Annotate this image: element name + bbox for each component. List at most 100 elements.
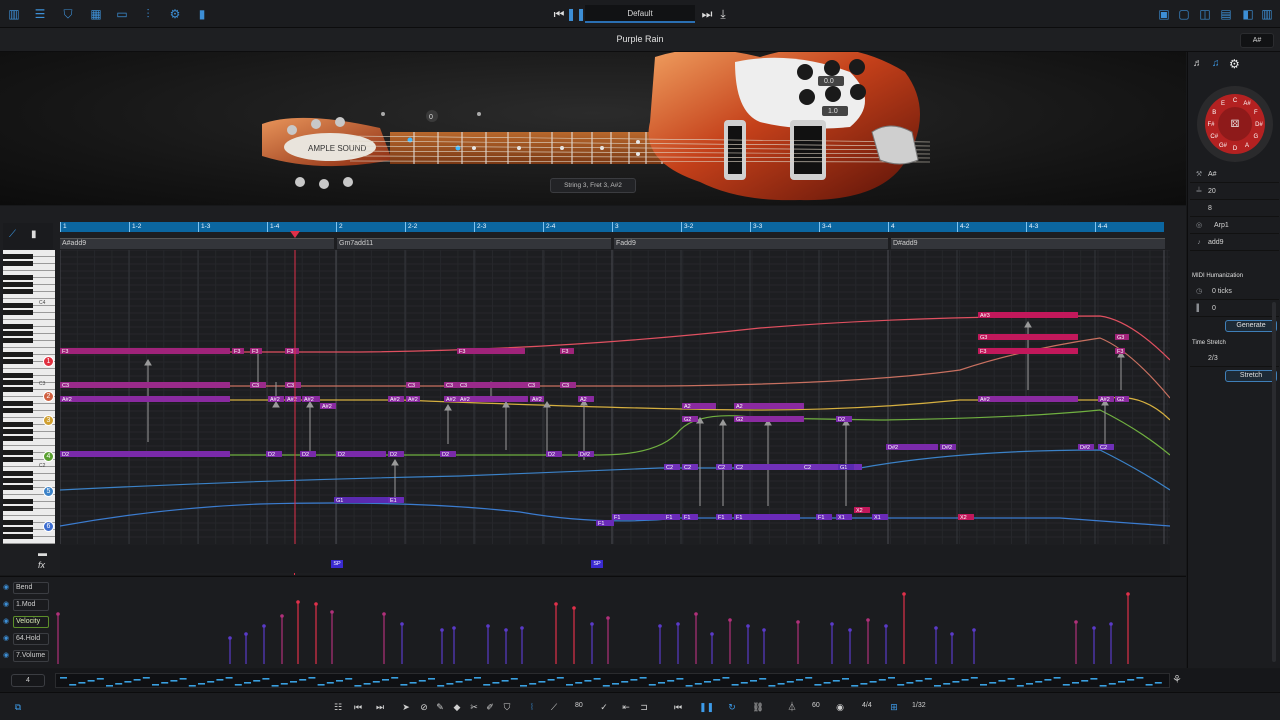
note-block[interactable]: [734, 403, 804, 409]
note-block[interactable]: [978, 396, 1078, 402]
velocity-handle[interactable]: [902, 592, 906, 596]
wheel-key-label[interactable]: G#: [1219, 143, 1228, 149]
beat-display[interactable]: 4: [11, 674, 45, 687]
velocity-handle[interactable]: [572, 606, 576, 610]
loop-end-icon[interactable]: ⊐: [638, 700, 650, 714]
circle-of-fifths[interactable]: C A#F D# GA D G#C# F# BE ⚄: [1196, 85, 1274, 163]
string-number-badge[interactable]: 6: [43, 521, 54, 532]
velocity-handle[interactable]: [56, 612, 60, 616]
note-block[interactable]: [734, 416, 804, 422]
black-key[interactable]: [3, 324, 33, 329]
note-block[interactable]: [60, 451, 230, 457]
black-key[interactable]: [3, 408, 33, 413]
velocity-handle[interactable]: [244, 632, 248, 636]
layout-6-icon[interactable]: ▥: [1259, 6, 1275, 22]
metronome-icon[interactable]: ⏃: [786, 700, 798, 714]
strum-track-icon[interactable]: ▬: [38, 548, 47, 558]
piano-roll-icon[interactable]: ▥: [6, 6, 22, 22]
note-icon[interactable]: ♫: [1212, 58, 1224, 70]
wheel-key-label[interactable]: C: [1233, 98, 1238, 104]
black-key[interactable]: [3, 380, 33, 385]
bar-view-icon[interactable]: ▮: [31, 229, 37, 240]
controller-button[interactable]: Bend: [13, 582, 49, 594]
scrollbar[interactable]: [1272, 302, 1276, 662]
bars-icon[interactable]: ▮: [194, 6, 210, 22]
shield-icon[interactable]: ⛉: [60, 6, 76, 22]
note-block[interactable]: [734, 514, 800, 520]
save-preset-icon[interactable]: ⤓: [715, 6, 731, 22]
gear-icon[interactable]: ⚙: [1229, 57, 1243, 71]
link-icon[interactable]: ⧉: [12, 700, 24, 714]
velocity-handle[interactable]: [382, 612, 386, 616]
tuning-row[interactable]: ⚒ A#: [1190, 167, 1279, 183]
stretch-ratio-row[interactable]: 2/3: [1190, 351, 1279, 367]
velocity-handle[interactable]: [658, 624, 662, 628]
black-key[interactable]: [3, 457, 33, 462]
velocity-handle[interactable]: [1092, 626, 1096, 630]
black-key[interactable]: [3, 373, 33, 378]
velocity-lane[interactable]: [56, 578, 1172, 668]
black-key[interactable]: [3, 401, 33, 406]
controller-button[interactable]: Velocity: [13, 616, 49, 628]
velocity-handle[interactable]: [452, 626, 456, 630]
fx-marker[interactable]: SP: [591, 560, 603, 568]
eye-icon[interactable]: ◉: [3, 635, 11, 643]
wheel-key-label[interactable]: D#: [1255, 122, 1263, 128]
velocity-handle[interactable]: [1109, 622, 1113, 626]
black-key[interactable]: [3, 471, 33, 476]
velocity-handle[interactable]: [504, 628, 508, 632]
velocity-handle[interactable]: [280, 614, 284, 618]
tempo-value[interactable]: 80: [575, 702, 583, 709]
chord-block[interactable]: D#add9: [891, 238, 1165, 249]
velocity-handle[interactable]: [950, 632, 954, 636]
wheel-key-label[interactable]: G: [1253, 134, 1258, 140]
stretch-button[interactable]: Stretch: [1225, 370, 1277, 382]
black-key[interactable]: [3, 261, 33, 266]
eq-icon[interactable]: ⫶: [140, 6, 156, 22]
quantize-value[interactable]: 1/32: [912, 702, 926, 709]
note-block[interactable]: [978, 312, 1078, 318]
velocity-handle[interactable]: [296, 600, 300, 604]
black-key[interactable]: [3, 289, 33, 294]
black-key[interactable]: [3, 422, 33, 427]
velocity-handle[interactable]: [262, 624, 266, 628]
wheel-key-label[interactable]: D: [1233, 146, 1238, 152]
loop-start-icon[interactable]: ⇤: [620, 700, 632, 714]
generate-button[interactable]: Generate: [1225, 320, 1277, 332]
velocity-handle[interactable]: [848, 628, 852, 632]
black-key[interactable]: [3, 303, 33, 308]
controller-button[interactable]: 7.Volume: [13, 650, 49, 662]
velocity-handle[interactable]: [728, 618, 732, 622]
playhead-marker-icon[interactable]: [290, 231, 300, 238]
black-key[interactable]: [3, 275, 33, 280]
eye-icon[interactable]: ◉: [3, 652, 11, 660]
scissors-icon[interactable]: ✂: [468, 700, 480, 714]
preset-selector[interactable]: Default: [585, 5, 695, 23]
pause-button[interactable]: ❚❚: [699, 700, 714, 714]
note-grid[interactable]: F3 F3 F3 F3 F3 F3 A#3 G3 F3 G3 F3 C3 C3 C3 C3 C3 C3 C3 C3 A…: [60, 250, 1170, 544]
tree-icon[interactable]: ⚘: [1172, 673, 1182, 686]
velocity-handle[interactable]: [590, 622, 594, 626]
string-number-badge[interactable]: 2: [43, 391, 54, 402]
speaker-icon[interactable]: ◉: [834, 700, 846, 714]
note-block[interactable]: [734, 464, 804, 470]
chain-icon[interactable]: ⛓: [752, 700, 764, 714]
note-block[interactable]: [60, 382, 230, 388]
note-block[interactable]: [978, 348, 1078, 354]
velocity-handle[interactable]: [554, 602, 558, 606]
grid-icon[interactable]: ▦: [88, 6, 104, 22]
pause-icon[interactable]: ❚❚: [566, 6, 586, 22]
chord-block[interactable]: A#add9: [60, 238, 334, 249]
fx-marker[interactable]: SP: [331, 560, 343, 568]
black-key[interactable]: [3, 338, 33, 343]
black-key[interactable]: [3, 359, 33, 364]
black-key[interactable]: [3, 436, 33, 441]
rewind-icon[interactable]: ⏮: [672, 700, 684, 714]
velocity-handle[interactable]: [884, 624, 888, 628]
skip-forward-icon[interactable]: ⏭: [374, 700, 386, 714]
string-number-badge[interactable]: 3: [43, 415, 54, 426]
strum-icon[interactable]: ♬: [1193, 58, 1205, 70]
black-key[interactable]: [3, 534, 33, 539]
gear-icon[interactable]: ⚙: [167, 6, 183, 22]
pin-icon[interactable]: ✓: [598, 700, 610, 714]
